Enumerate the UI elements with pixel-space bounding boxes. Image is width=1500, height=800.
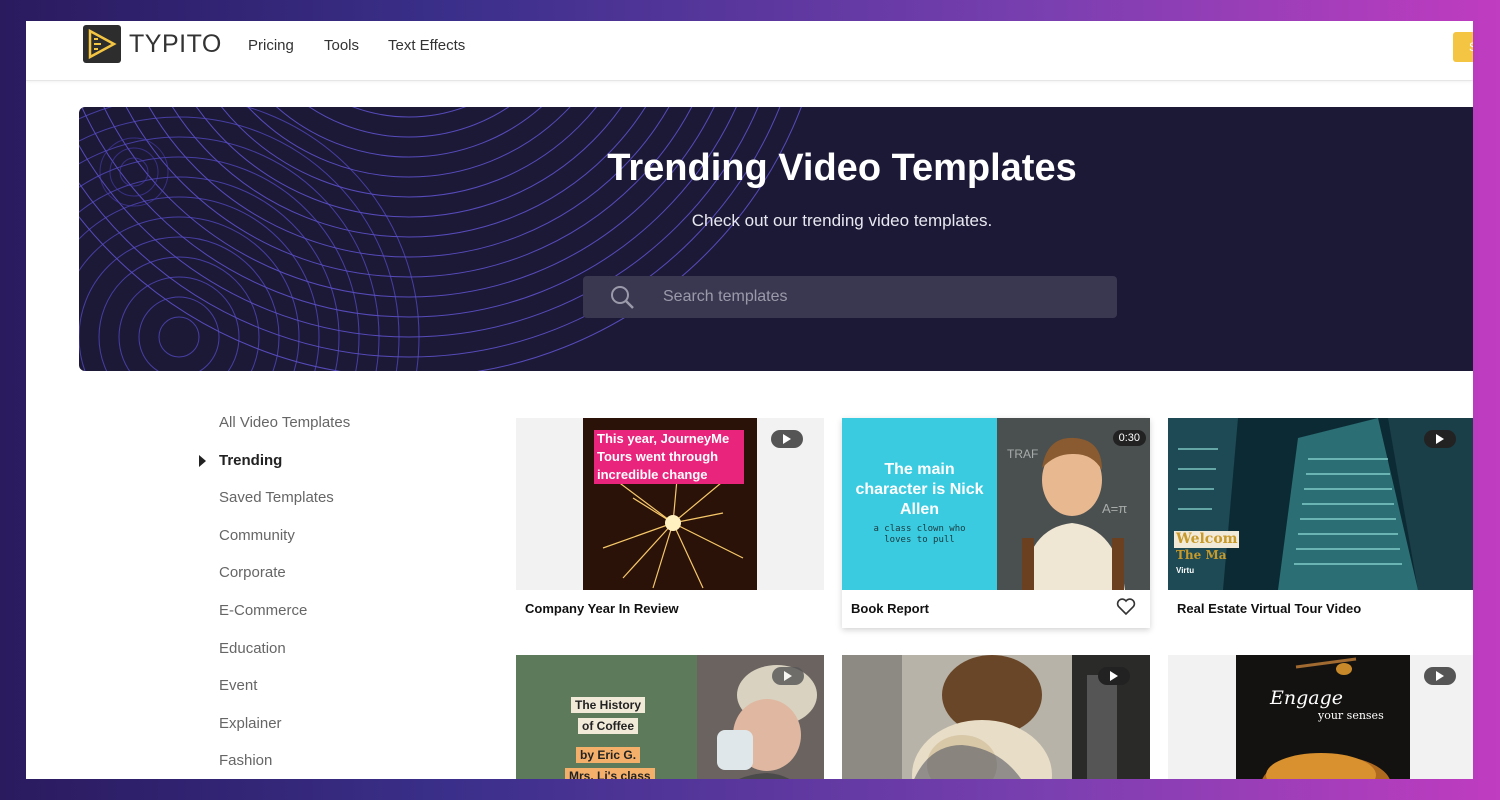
svg-text:A=π: A=π: [1102, 501, 1127, 516]
search-icon: [611, 286, 634, 309]
sidebar-item-community[interactable]: Community: [219, 526, 350, 564]
hero-banner: Trending Video Templates Check out our t…: [79, 107, 1473, 371]
template-card-food[interactable]: Engage your senses: [1168, 655, 1473, 779]
card-title: Book Report: [851, 601, 929, 616]
play-icon[interactable]: [1098, 667, 1130, 685]
browser-page: TYPITO Pricing Tools Text Effects S: [26, 21, 1473, 779]
card-title: Company Year In Review: [525, 601, 679, 616]
search-input[interactable]: [663, 276, 1093, 318]
svg-text:TRAF: TRAF: [1007, 447, 1038, 461]
coffee-drinker-photo: [697, 655, 824, 779]
overlay-line: by Eric G.: [576, 747, 641, 763]
template-thumbnail: Engage your senses: [1168, 655, 1473, 779]
overlay-subtitle: The Ma: [1176, 548, 1227, 562]
overlay-subtitle: your senses: [1318, 709, 1384, 722]
category-sidebar: All Video Templates Trending Saved Templ…: [199, 413, 350, 779]
nav-pricing[interactable]: Pricing: [248, 37, 294, 54]
template-card-company-year[interactable]: This year, JourneyMe Tours went through …: [516, 418, 824, 628]
caret-right-icon: [199, 454, 206, 467]
overlay-line: Mrs. Li's class: [565, 768, 655, 779]
template-card-book-report[interactable]: The main character is Nick Allen a class…: [842, 418, 1150, 628]
overlay-subtitle: a class clown who loves to pull: [873, 524, 966, 545]
nav-tools[interactable]: Tools: [324, 37, 359, 54]
overlay-welcome: Welcom: [1174, 531, 1240, 548]
template-card-history-coffee[interactable]: The History of Coffee by Eric G. Mrs. Li…: [516, 655, 824, 779]
template-thumbnail: The History of Coffee by Eric G. Mrs. Li…: [516, 655, 824, 779]
sidebar-item-event[interactable]: Event: [219, 676, 350, 714]
search-box[interactable]: [583, 276, 1117, 318]
template-thumbnail: Welcom The Ma Virtu: [1168, 418, 1473, 590]
overlay-line: The History: [571, 697, 646, 713]
logo-icon: [83, 25, 121, 63]
template-card-pet[interactable]: [842, 655, 1150, 779]
sidebar-item-explainer[interactable]: Explainer: [219, 714, 350, 752]
hero-title: Trending Video Templates: [607, 147, 1077, 189]
template-thumbnail: The main character is Nick Allen a class…: [842, 418, 1150, 590]
overlay-line: of Coffee: [578, 718, 638, 734]
sidebar-item-trending[interactable]: Trending: [199, 451, 350, 489]
template-card-real-estate[interactable]: Welcom The Ma Virtu Real Estate Virtual …: [1168, 418, 1473, 628]
signup-button[interactable]: S: [1453, 32, 1473, 62]
hero-subtitle: Check out our trending video templates.: [691, 211, 993, 230]
overlay-title: The main character is Nick Allen: [855, 461, 984, 518]
card-title: Real Estate Virtual Tour Video: [1177, 601, 1362, 616]
play-icon[interactable]: [1424, 430, 1456, 448]
heart-icon[interactable]: [1116, 598, 1136, 616]
top-nav: TYPITO Pricing Tools Text Effects S: [26, 21, 1473, 81]
template-thumbnail: This year, JourneyMe Tours went through …: [516, 418, 824, 590]
play-icon[interactable]: [772, 667, 804, 685]
sidebar-item-fashion[interactable]: Fashion: [219, 751, 350, 779]
sidebar-item-saved[interactable]: Saved Templates: [219, 488, 350, 526]
sidebar-item-ecommerce[interactable]: E-Commerce: [219, 601, 350, 639]
overlay-text: This year, JourneyMe Tours went through …: [594, 430, 744, 484]
logo-text: TYPITO: [129, 29, 222, 58]
overlay-title: Engage: [1270, 687, 1344, 709]
duration-badge: 0:30: [1112, 430, 1146, 446]
sidebar-item-all[interactable]: All Video Templates: [219, 413, 350, 451]
sidebar-item-corporate[interactable]: Corporate: [219, 563, 350, 601]
sidebar-item-education[interactable]: Education: [219, 639, 350, 677]
logo[interactable]: TYPITO: [83, 25, 222, 63]
play-icon[interactable]: [771, 430, 803, 448]
overlay-caption: Virtu: [1176, 566, 1195, 575]
nav-text-effects[interactable]: Text Effects: [388, 37, 465, 54]
play-icon[interactable]: [1424, 667, 1456, 685]
template-thumbnail: [842, 655, 1150, 779]
